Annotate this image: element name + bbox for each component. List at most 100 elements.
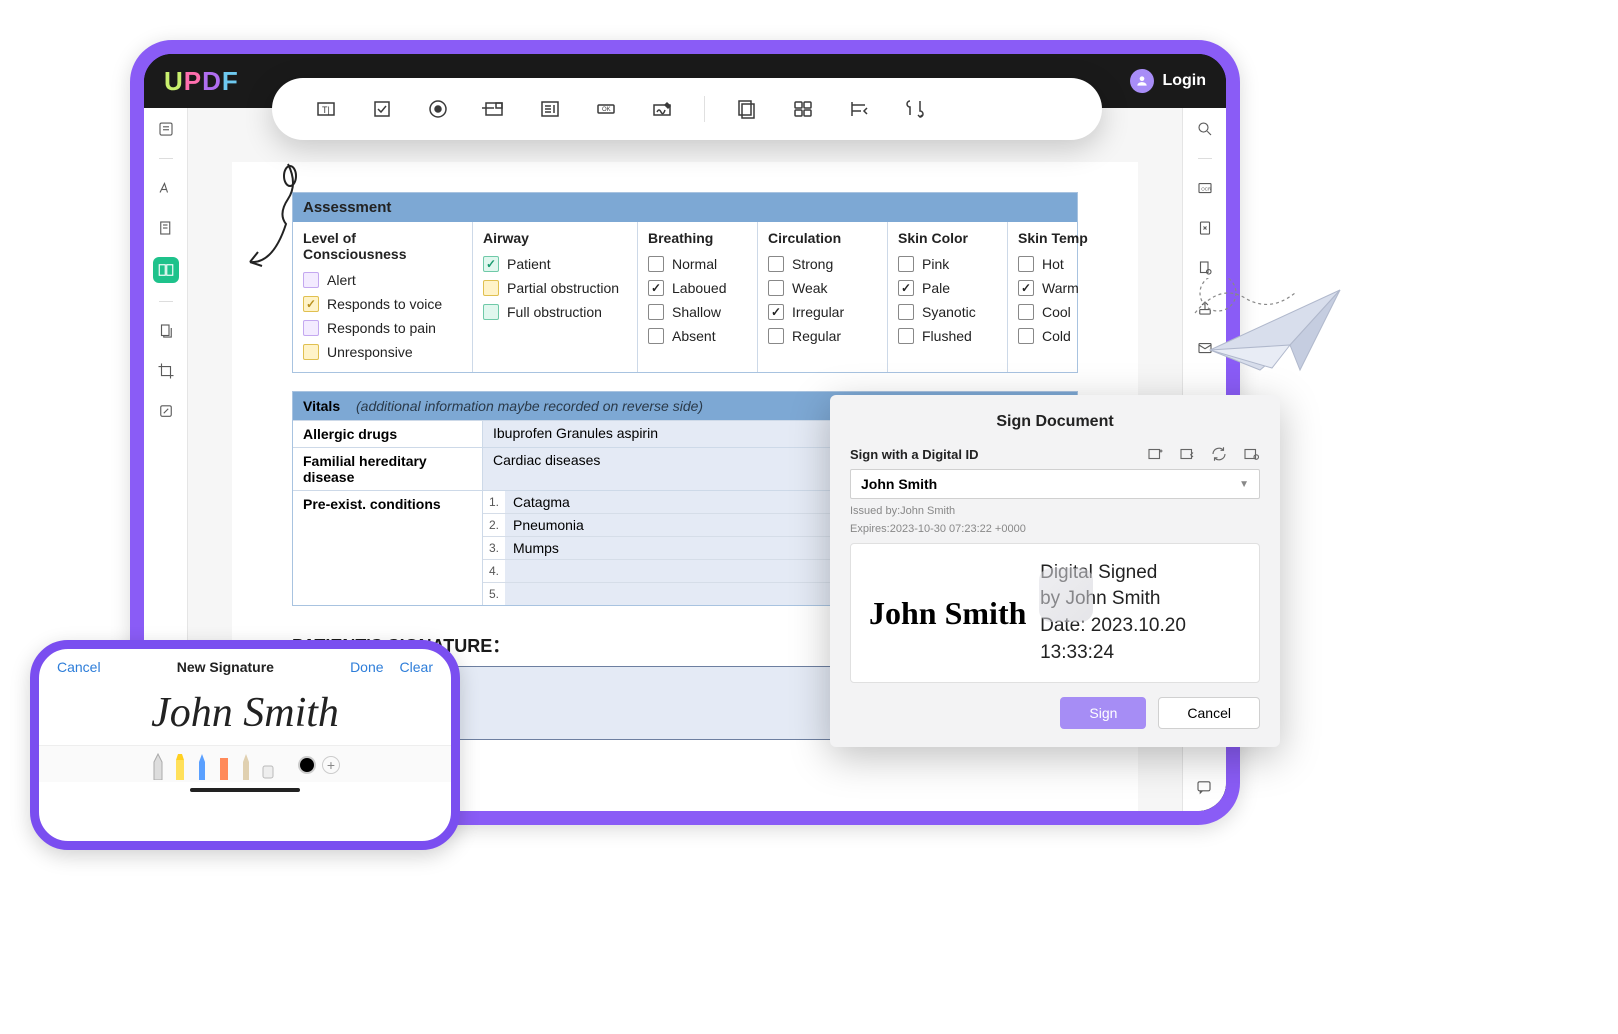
checkbox-row[interactable]: Pink (898, 252, 997, 276)
checkbox-icon[interactable] (1018, 328, 1034, 344)
color-black[interactable] (298, 756, 316, 774)
checkbox-icon[interactable] (1018, 280, 1034, 296)
user-avatar-icon (1130, 69, 1154, 93)
checkbox-icon[interactable] (648, 280, 664, 296)
phone-done-button[interactable]: Done (350, 659, 383, 675)
checkbox-row[interactable]: Responds to pain (303, 316, 462, 340)
checkbox-row[interactable]: Cold (1018, 324, 1113, 348)
checkbox-row[interactable]: Absent (648, 324, 747, 348)
checkbox-row[interactable]: Full obstruction (483, 300, 627, 324)
organize-pages-icon[interactable] (155, 320, 177, 342)
checkbox-icon[interactable] (483, 280, 499, 296)
checkbox-icon[interactable] (648, 304, 664, 320)
button-field-icon[interactable]: OK (592, 95, 620, 123)
pen-tool-blue[interactable] (194, 750, 210, 780)
checkbox-icon[interactable] (898, 256, 914, 272)
search-icon[interactable] (1194, 118, 1216, 140)
checkbox-label: Alert (327, 272, 356, 288)
checkbox-icon[interactable] (898, 280, 914, 296)
reader-mode-icon[interactable] (155, 118, 177, 140)
checkbox-row[interactable]: Flushed (898, 324, 997, 348)
text-field-icon[interactable]: T| (312, 95, 340, 123)
marker-tool[interactable] (216, 750, 232, 780)
checkbox-row[interactable]: Hot (1018, 252, 1113, 276)
checkbox-icon[interactable] (898, 328, 914, 344)
checkbox-icon[interactable] (1018, 256, 1034, 272)
chat-icon[interactable] (1192, 775, 1216, 799)
checkbox-icon[interactable] (768, 328, 784, 344)
checkbox-icon[interactable] (648, 256, 664, 272)
checkbox-icon[interactable] (768, 256, 784, 272)
view-id-icon[interactable] (1242, 445, 1260, 463)
checkbox-row[interactable]: Normal (648, 252, 747, 276)
column-title: Skin Color (898, 230, 997, 246)
checkbox-icon[interactable] (303, 344, 319, 360)
checkbox-icon[interactable] (768, 280, 784, 296)
checkbox-row[interactable]: Irregular (768, 300, 877, 324)
highlighter-tool[interactable] (172, 750, 188, 780)
checkbox-icon[interactable] (1018, 304, 1034, 320)
phone-signature-canvas[interactable]: John Smith (39, 675, 451, 745)
line-index: 5. (483, 587, 505, 601)
phone-cancel-button[interactable]: Cancel (57, 659, 101, 675)
checkbox-row[interactable]: Partial obstruction (483, 276, 627, 300)
checkbox-row[interactable]: Unresponsive (303, 340, 462, 364)
radio-field-icon[interactable] (424, 95, 452, 123)
eraser-tool[interactable] (260, 750, 276, 780)
checkbox-row[interactable]: Laboued (648, 276, 747, 300)
checkbox-label: Cold (1042, 328, 1071, 344)
checkbox-row[interactable]: Cool (1018, 300, 1113, 324)
comment-tool-icon[interactable] (155, 177, 177, 199)
phone-clear-button[interactable]: Clear (400, 659, 433, 675)
add-id-icon[interactable] (1146, 445, 1164, 463)
checkbox-row[interactable]: Strong (768, 252, 877, 276)
checkbox-icon[interactable] (648, 328, 664, 344)
signer-select[interactable]: John Smith ▼ (850, 469, 1260, 499)
line-index: 3. (483, 541, 505, 555)
checkbox-row[interactable]: Weak (768, 276, 877, 300)
checkbox-row[interactable]: Alert (303, 268, 462, 292)
checkbox-label: Pink (922, 256, 949, 272)
redact-tool-icon[interactable] (155, 400, 177, 422)
checkbox-row[interactable]: Warm (1018, 276, 1113, 300)
checkbox-icon[interactable] (898, 304, 914, 320)
pen-tool-1[interactable] (150, 750, 166, 780)
checkbox-row[interactable]: Syanotic (898, 300, 997, 324)
login-button[interactable]: Login (1130, 69, 1206, 93)
checkbox-icon[interactable] (303, 296, 319, 312)
listbox-field-icon[interactable] (536, 95, 564, 123)
sign-button[interactable]: Sign (1060, 697, 1146, 729)
checkbox-row[interactable]: Patient (483, 252, 627, 276)
crop-tool-icon[interactable] (155, 360, 177, 382)
protect-icon[interactable] (1194, 257, 1216, 279)
checkbox-row[interactable]: Shallow (648, 300, 747, 324)
checkbox-icon[interactable] (483, 304, 499, 320)
tools-icon[interactable] (901, 95, 929, 123)
signature-field-icon[interactable] (648, 95, 676, 123)
duplicate-icon[interactable] (733, 95, 761, 123)
import-id-icon[interactable] (1178, 445, 1196, 463)
pencil-tool[interactable] (238, 750, 254, 780)
checkbox-row[interactable]: Regular (768, 324, 877, 348)
checkbox-row[interactable]: Responds to voice (303, 292, 462, 316)
ocr-icon[interactable]: OCR (1194, 177, 1216, 199)
checkbox-label: Pale (922, 280, 950, 296)
add-color[interactable]: + (322, 756, 340, 774)
app-logo: UPDF (164, 66, 239, 97)
checkbox-field-icon[interactable] (368, 95, 396, 123)
grid-layout-icon[interactable] (789, 95, 817, 123)
checkbox-icon[interactable] (483, 256, 499, 272)
align-icon[interactable] (845, 95, 873, 123)
checkbox-row[interactable]: Pale (898, 276, 997, 300)
cancel-button[interactable]: Cancel (1158, 697, 1260, 729)
refresh-icon[interactable] (1210, 445, 1228, 463)
form-tool-icon[interactable] (153, 257, 179, 283)
convert-icon[interactable] (1194, 217, 1216, 239)
dropdown-field-icon[interactable] (480, 95, 508, 123)
checkbox-icon[interactable] (768, 304, 784, 320)
checkbox-icon[interactable] (303, 320, 319, 336)
svg-text:T|: T| (322, 105, 330, 115)
checkbox-icon[interactable] (303, 272, 319, 288)
edit-tool-icon[interactable] (155, 217, 177, 239)
vitals-title: Vitals (303, 398, 340, 414)
